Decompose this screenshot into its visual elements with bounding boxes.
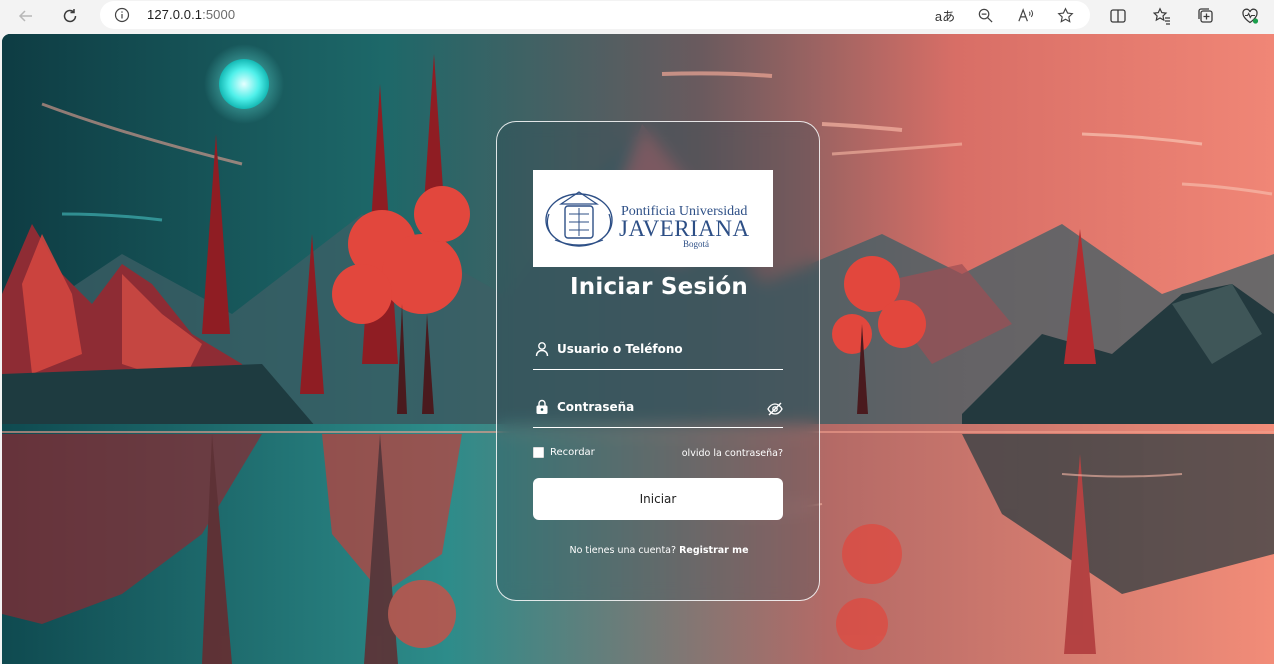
collections-icon: [1198, 8, 1213, 23]
star-icon: [1056, 6, 1074, 23]
read-aloud-toggle[interactable]: [1014, 5, 1036, 25]
eye-off-icon[interactable]: [767, 401, 783, 417]
read-aloud-icon: [1017, 7, 1033, 21]
url-host: 127.0.0.1: [147, 7, 203, 22]
favorites-button[interactable]: [1148, 3, 1176, 29]
username-field[interactable]: Usuario o Teléfono: [533, 336, 783, 370]
zoom-out-icon: [978, 8, 993, 23]
collections-button[interactable]: [1192, 3, 1220, 29]
username-placeholder: Usuario o Teléfono: [557, 342, 683, 356]
remember-me[interactable]: Recordar: [533, 447, 595, 458]
university-seal-icon: [545, 191, 613, 247]
register-prompt: No tienes una cuenta? Registrar me: [497, 545, 821, 556]
info-icon[interactable]: [114, 7, 130, 23]
reload-icon: [63, 9, 77, 23]
password-field[interactable]: Contraseña: [533, 394, 783, 428]
split-screen-button[interactable]: [1104, 3, 1132, 29]
login-card: Pontificia Universidad JAVERIANA Bogotá …: [496, 121, 820, 601]
login-button[interactable]: Iniciar: [533, 478, 783, 520]
url-text[interactable]: 127.0.0.1:5000: [147, 7, 235, 22]
reload-button[interactable]: [56, 3, 84, 29]
forgot-password-link[interactable]: olvido la contraseña?: [682, 448, 783, 459]
browser-toolbar: 127.0.0.1:5000 aあ: [0, 0, 1274, 32]
read-aloud-button[interactable]: aあ: [934, 5, 956, 25]
user-icon: [535, 341, 549, 357]
favorites-icon: [1153, 7, 1170, 25]
translate-icon: aあ: [934, 8, 956, 24]
split-screen-icon: [1110, 9, 1126, 23]
page-viewport: Pontificia Universidad JAVERIANA Bogotá …: [2, 34, 1274, 664]
back-button[interactable]: [12, 3, 40, 29]
heart-pulse-icon: [1242, 8, 1259, 24]
logo-line-3: Bogotá: [683, 239, 709, 249]
university-logo: Pontificia Universidad JAVERIANA Bogotá: [533, 170, 773, 267]
zoom-button[interactable]: [974, 5, 996, 25]
lock-icon: [535, 399, 549, 415]
register-link[interactable]: Registrar me: [679, 545, 748, 556]
arrow-left-icon: [18, 10, 32, 22]
password-placeholder: Contraseña: [557, 400, 635, 414]
favorite-button[interactable]: [1054, 5, 1076, 25]
page-title: Iniciar Sesión: [570, 274, 748, 300]
register-text: No tienes una cuenta?: [569, 545, 677, 556]
remember-label: Recordar: [550, 447, 595, 458]
address-bar[interactable]: 127.0.0.1:5000 aあ: [100, 1, 1090, 29]
remember-checkbox[interactable]: [533, 447, 544, 458]
browser-essentials-button[interactable]: [1236, 3, 1264, 29]
url-port: :5000: [202, 7, 236, 22]
